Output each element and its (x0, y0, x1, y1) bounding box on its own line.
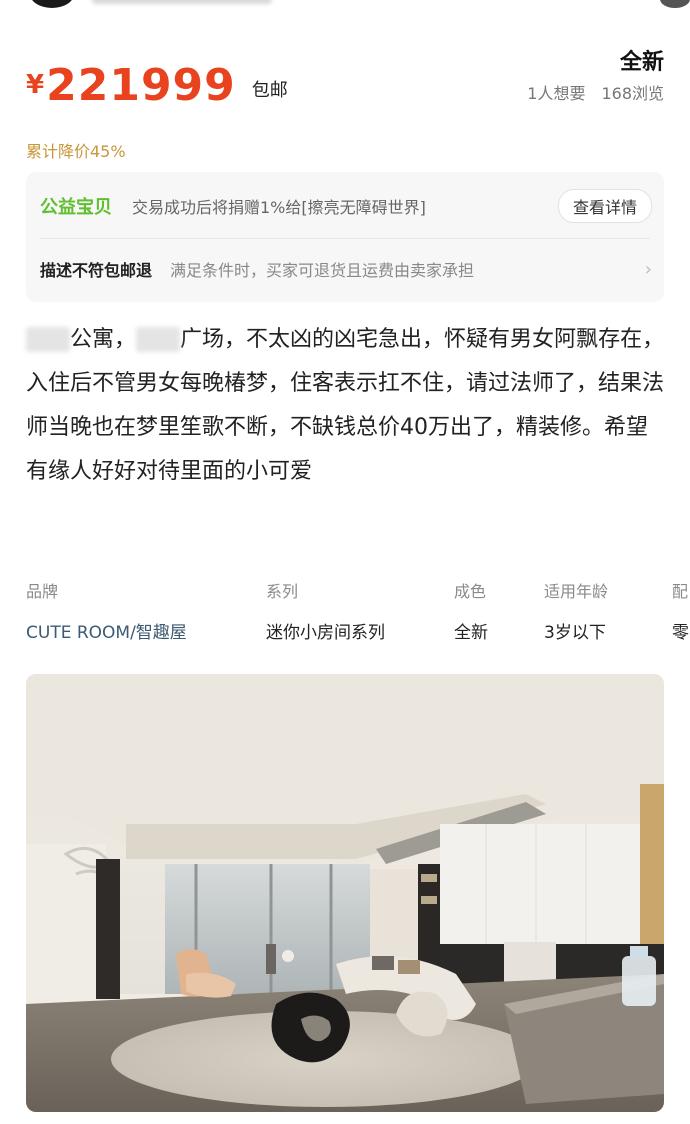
charity-text: 交易成功后将捐赠1%给[擦亮无障碍世界] (132, 198, 426, 217)
seller-name-blurred (92, 0, 272, 4)
chevron-right-icon[interactable]: › (645, 259, 652, 280)
free-shipping-label: 包邮 (251, 80, 288, 101)
wants-count: 1人想要 (527, 84, 586, 103)
attribute-label: 品牌 (26, 582, 59, 601)
attribute-value: 迷你小房间系列 (266, 623, 385, 643)
return-policy-row[interactable]: 描述不符包邮退 满足条件时，买家可退货且运费由卖家承担 › (40, 254, 652, 284)
description-part: 广场，不太凶的凶宅急出，怀疑有男女 (180, 327, 555, 352)
description-part: 公寓， (70, 327, 137, 352)
corner-button-partial[interactable] (660, 0, 690, 8)
views-count: 168浏览 (601, 84, 664, 103)
apartment-interior-photo (26, 674, 664, 1112)
price-value: 221999 (46, 60, 236, 111)
attribute-condition: 成色 全新 (454, 578, 488, 643)
seller-avatar[interactable] (30, 0, 74, 8)
attribute-row: 品牌 CUTE ROOM/智趣屋 系列 迷你小房间系列 成色 全新 适用年龄 3… (26, 578, 690, 648)
attribute-value[interactable]: CUTE ROOM/智趣屋 (26, 618, 187, 643)
attribute-value: 全新 (454, 623, 488, 643)
listing-photo[interactable] (26, 674, 664, 1112)
charity-row[interactable]: 公益宝贝 交易成功后将捐赠1%给[擦亮无障碍世界] 查看详情 (40, 189, 652, 223)
return-policy-text: 满足条件时，买家可退货且运费由卖家承担 (170, 261, 475, 280)
attribute-value: 零 (672, 623, 689, 643)
attribute-label: 成色 (454, 582, 487, 601)
top-header-partial (0, 0, 690, 14)
attribute-series: 系列 迷你小房间系列 (266, 578, 385, 643)
attribute-label: 配 (672, 582, 689, 601)
attribute-accessory-partial: 配 零 (672, 578, 689, 643)
attribute-age: 适用年龄 3岁以下 (544, 578, 608, 643)
price-row: ¥ 221999 包邮 (26, 58, 288, 108)
item-description: 某某公寓，某某广场，不太凶的凶宅急出，怀疑有男女阿飘存在，入住后不管男女每晚椿梦… (26, 318, 666, 494)
item-stats: 1人想要 168浏览 (527, 80, 664, 104)
attribute-label: 适用年龄 (544, 582, 609, 601)
attribute-label: 系列 (266, 582, 299, 601)
attribute-brand: 品牌 CUTE ROOM/智趣屋 (26, 578, 187, 643)
condition-badge: 全新 (619, 50, 664, 75)
view-details-button[interactable]: 查看详情 (557, 189, 652, 223)
attribute-value: 3岁以下 (544, 623, 606, 643)
divider (40, 238, 650, 239)
currency-symbol: ¥ (26, 70, 45, 100)
return-policy-title: 描述不符包邮退 (40, 261, 153, 280)
charity-badge: 公益宝贝 (40, 197, 112, 218)
price-drop-label: 累计降价45% (26, 142, 126, 161)
redacted-text: 某某 (26, 327, 71, 352)
service-info-box: 公益宝贝 交易成功后将捐赠1%给[擦亮无障碍世界] 查看详情 描述不符包邮退 满… (26, 172, 664, 302)
redacted-text: 某某 (136, 327, 181, 352)
